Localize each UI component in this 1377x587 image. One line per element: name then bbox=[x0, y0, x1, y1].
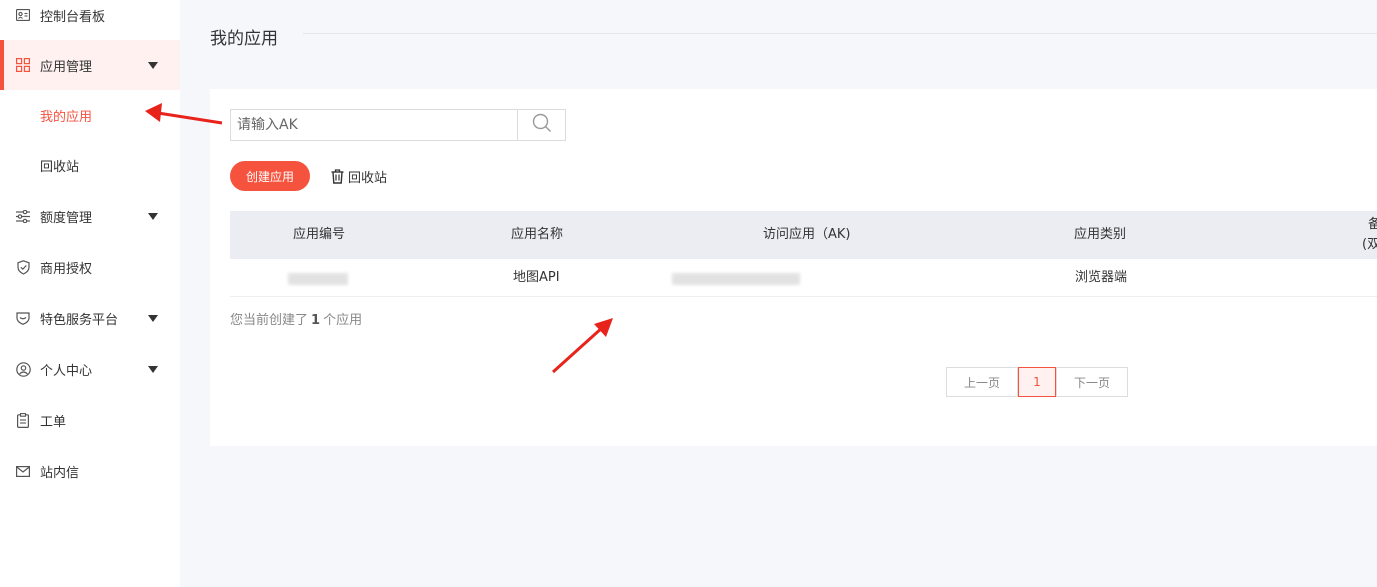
search-button[interactable] bbox=[517, 110, 565, 140]
search-icon bbox=[532, 113, 552, 137]
cell-app-category: 浏览器端 bbox=[1075, 270, 1128, 285]
search-input[interactable] bbox=[231, 110, 517, 140]
recycle-bin-link[interactable]: 回收站 bbox=[331, 166, 387, 186]
column-header-app-name: 应用名称 bbox=[511, 227, 564, 242]
cell-app-name: 地图API bbox=[513, 270, 560, 285]
redacted-ak bbox=[672, 273, 800, 285]
page-title: 我的应用 bbox=[210, 29, 278, 49]
create-app-button[interactable]: 创建应用 bbox=[230, 161, 310, 191]
grid-icon bbox=[15, 57, 31, 73]
caret-down-icon bbox=[148, 61, 158, 69]
mail-icon bbox=[15, 463, 31, 479]
caret-down-icon bbox=[148, 314, 158, 322]
sidebar-item-ticket[interactable]: 工单 bbox=[0, 395, 180, 445]
trash-icon bbox=[331, 168, 345, 184]
sidebar-item-special-services[interactable]: 特色服务平台 bbox=[0, 293, 180, 343]
column-header-remark: 备 (双 bbox=[1362, 215, 1377, 255]
sidebar-item-dashboard[interactable]: 控制台看板 bbox=[0, 0, 180, 40]
sidebar-item-label: 回收站 bbox=[40, 159, 80, 175]
next-page-button[interactable]: 下一页 bbox=[1056, 367, 1128, 397]
column-header-app-category: 应用类别 bbox=[1074, 227, 1127, 242]
sidebar-item-quota[interactable]: 额度管理 bbox=[0, 191, 180, 241]
sidebar-item-commercial-license[interactable]: 商用授权 bbox=[0, 242, 180, 292]
search-box bbox=[230, 109, 566, 141]
clipboard-icon bbox=[15, 412, 31, 428]
sidebar-item-label: 工单 bbox=[40, 414, 67, 430]
sidebar-item-my-apps[interactable]: 我的应用 bbox=[0, 90, 180, 140]
redacted-app-id bbox=[288, 273, 348, 285]
sidebar-item-personal-center[interactable]: 个人中心 bbox=[0, 344, 180, 394]
column-header-remark-line2: (双 bbox=[1362, 237, 1377, 252]
sidebar-item-label: 商用授权 bbox=[40, 261, 93, 277]
app-count-summary: 您当前创建了 1 个应用 bbox=[230, 309, 362, 328]
user-circle-icon bbox=[15, 361, 31, 377]
sliders-icon bbox=[15, 208, 31, 224]
sidebar: 控制台看板 应用管理 我的应用 回收站 额度管理 商用授权 特色服务平台 个人中… bbox=[0, 0, 180, 587]
sidebar-item-label: 我的应用 bbox=[40, 109, 93, 125]
sidebar-item-app-management[interactable]: 应用管理 bbox=[0, 40, 180, 90]
summary-count: 1 bbox=[311, 313, 321, 328]
page-number-button[interactable]: 1 bbox=[1018, 367, 1056, 397]
column-header-app-id: 应用编号 bbox=[293, 227, 346, 242]
sidebar-item-label: 控制台看板 bbox=[40, 9, 106, 25]
sidebar-item-label: 特色服务平台 bbox=[40, 312, 119, 328]
sidebar-item-label: 应用管理 bbox=[40, 59, 93, 75]
badge-icon bbox=[15, 310, 31, 326]
sidebar-item-label: 站内信 bbox=[40, 465, 80, 481]
shield-check-icon bbox=[15, 259, 31, 275]
summary-suffix: 个应用 bbox=[323, 313, 363, 328]
sidebar-item-messages[interactable]: 站内信 bbox=[0, 446, 180, 496]
sidebar-item-label: 个人中心 bbox=[40, 363, 93, 379]
caret-down-icon bbox=[148, 365, 158, 373]
prev-page-button[interactable]: 上一页 bbox=[946, 367, 1018, 397]
id-card-icon bbox=[15, 7, 31, 23]
column-header-ak: 访问应用（AK) bbox=[763, 227, 851, 242]
pagination: 上一页 1 下一页 bbox=[946, 367, 1128, 397]
sidebar-item-recycle-bin[interactable]: 回收站 bbox=[0, 140, 180, 190]
table-row[interactable]: 地图API 浏览器端 bbox=[230, 259, 1377, 297]
table-header: 应用编号 应用名称 访问应用（AK) 应用类别 备 (双 bbox=[230, 211, 1377, 259]
caret-down-icon bbox=[148, 212, 158, 220]
recycle-bin-label: 回收站 bbox=[348, 170, 388, 186]
summary-prefix: 您当前创建了 bbox=[230, 313, 309, 328]
column-header-remark-line1: 备 bbox=[1368, 217, 1377, 232]
divider bbox=[303, 33, 1377, 34]
sidebar-item-label: 额度管理 bbox=[40, 210, 93, 226]
